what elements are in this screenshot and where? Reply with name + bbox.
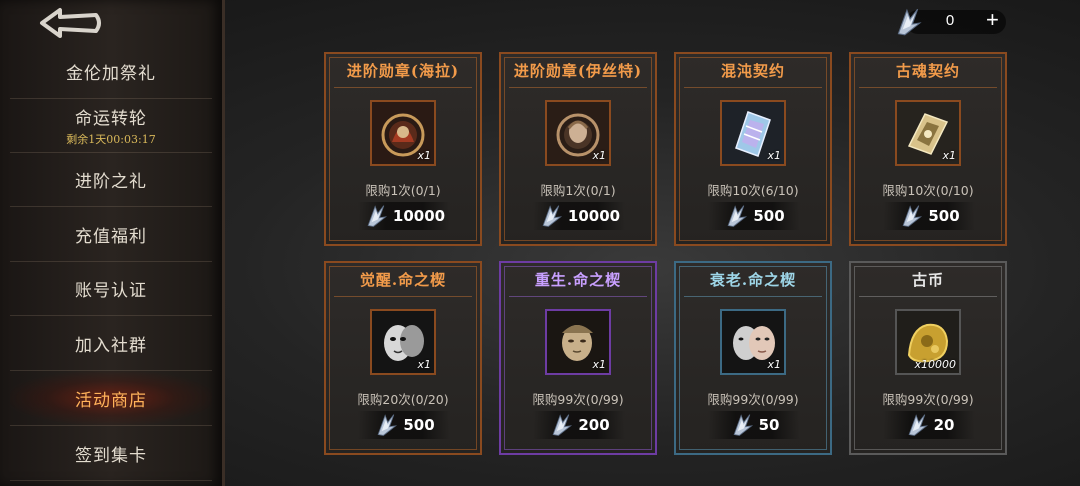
buy-button[interactable]: 500 — [358, 411, 450, 439]
purchase-limit: 限购99次(0/99) — [707, 392, 799, 407]
sidebar-item-sign-in-cards[interactable]: 签到集卡 — [10, 426, 212, 481]
shard-currency-icon — [892, 6, 924, 38]
price-value: 20 — [933, 416, 955, 434]
shop-card[interactable]: 古魂契约 x1 限购10次(0/10) 500 — [849, 52, 1007, 246]
price-value: 50 — [758, 416, 780, 434]
shard-currency-icon — [904, 412, 930, 438]
purchase-limit: 限购99次(0/99) — [532, 392, 624, 407]
buy-button[interactable]: 20 — [883, 411, 975, 439]
sidebar-item-label: 账号认证 — [75, 280, 147, 301]
purchase-limit: 限购99次(0/99) — [882, 392, 974, 407]
sidebar-item-label: 命运转轮 — [75, 108, 147, 129]
sidebar-item-join-community[interactable]: 加入社群 — [10, 316, 212, 371]
item-slot[interactable]: x1 — [545, 100, 611, 166]
countdown-timer: 剩余1天00:03:17 — [66, 132, 156, 146]
buy-button[interactable]: 200 — [533, 411, 625, 439]
sidebar: 金伦加祭礼 命运转轮 剩余1天00:03:17 进阶之礼 充值福利 账号认证 加… — [0, 0, 225, 486]
buy-button[interactable]: 10000 — [358, 202, 450, 230]
item-quantity: x1 — [417, 358, 431, 371]
item-title: 觉醒.命之楔 — [359, 271, 447, 289]
shard-currency-icon — [898, 203, 924, 229]
price-value: 500 — [753, 207, 785, 225]
price-value: 200 — [578, 416, 610, 434]
price-value: 500 — [403, 416, 435, 434]
buy-button[interactable]: 500 — [883, 202, 975, 230]
item-slot[interactable]: x1 — [895, 100, 961, 166]
price-value: 10000 — [392, 207, 446, 225]
item-slot[interactable]: x1 — [720, 100, 786, 166]
purchase-limit: 限购20次(0/20) — [357, 392, 449, 407]
shop-card[interactable]: 进阶勋章(伊丝特) x1 限购1次(0/1) 10000 — [499, 52, 657, 246]
item-slot[interactable]: x10000 — [895, 309, 961, 375]
shop-card[interactable]: 进阶勋章(海拉) x1 限购1次(0/1) 10000 — [324, 52, 482, 246]
back-button[interactable] — [36, 6, 106, 40]
sidebar-item-label: 充值福利 — [75, 226, 147, 247]
item-title: 重生.命之楔 — [534, 271, 622, 289]
buy-button[interactable]: 50 — [708, 411, 800, 439]
sidebar-item-label: 签到集卡 — [75, 445, 147, 466]
shard-currency-icon — [723, 203, 749, 229]
item-slot[interactable]: x1 — [370, 100, 436, 166]
item-title: 衰老.命之楔 — [709, 271, 797, 289]
sidebar-item-account-verification[interactable]: 账号认证 — [10, 261, 212, 316]
shop-card[interactable]: 古币 x10000 限购99次(0/99) 20 — [849, 261, 1007, 455]
item-title: 混沌契约 — [720, 62, 785, 80]
sidebar-item-label: 金伦加祭礼 — [66, 63, 156, 84]
item-title: 进阶勋章(海拉) — [346, 62, 460, 80]
item-title: 进阶勋章(伊丝特) — [513, 62, 643, 80]
shop-card[interactable]: 衰老.命之楔 x1 限购99次(0/99) 50 — [674, 261, 832, 455]
item-quantity: x1 — [767, 149, 781, 162]
sidebar-item-label: 进阶之礼 — [75, 171, 147, 192]
shard-currency-icon — [373, 412, 399, 438]
sidebar-item-jinlunjia-ritual[interactable]: 金伦加祭礼 — [10, 44, 212, 99]
sidebar-item-event-shop[interactable]: 活动商店 — [10, 371, 212, 426]
purchase-limit: 限购1次(0/1) — [540, 183, 616, 198]
item-quantity: x1 — [417, 149, 431, 162]
purchase-limit: 限购10次(6/10) — [707, 183, 799, 198]
item-slot[interactable]: x1 — [720, 309, 786, 375]
currency-amount: 0 — [945, 12, 955, 29]
purchase-limit: 限购1次(0/1) — [365, 183, 441, 198]
item-quantity: x1 — [592, 149, 606, 162]
sidebar-item-advancement-gift[interactable]: 进阶之礼 — [10, 152, 212, 207]
item-quantity: x1 — [592, 358, 606, 371]
sidebar-item-wheel-of-fate[interactable]: 命运转轮 剩余1天00:03:17 — [10, 98, 212, 153]
shard-currency-icon — [548, 412, 574, 438]
add-currency-button[interactable]: + — [986, 7, 999, 33]
sidebar-item-label: 加入社群 — [75, 335, 147, 356]
item-title: 古魂契约 — [895, 62, 960, 80]
buy-button[interactable]: 500 — [708, 202, 800, 230]
currency-display: 0 + — [892, 6, 1008, 38]
buy-button[interactable]: 10000 — [533, 202, 625, 230]
shard-currency-icon — [538, 203, 564, 229]
shop-card[interactable]: 混沌契约 x1 限购10次(6/10) 500 — [674, 52, 832, 246]
sidebar-item-label: 活动商店 — [75, 390, 147, 411]
shop-card[interactable]: 重生.命之楔 x1 限购99次(0/99) 200 — [499, 261, 657, 455]
shard-currency-icon — [729, 412, 755, 438]
purchase-limit: 限购10次(0/10) — [882, 183, 974, 198]
back-arrow-icon — [40, 8, 101, 38]
item-quantity: x10000 — [914, 358, 956, 371]
item-title: 古币 — [911, 271, 944, 289]
item-quantity: x1 — [767, 358, 781, 371]
sidebar-item-recharge-benefits[interactable]: 充值福利 — [10, 207, 212, 262]
price-value: 500 — [928, 207, 960, 225]
shop-card[interactable]: 觉醒.命之楔 x1 限购20次(0/20) 500 — [324, 261, 482, 455]
shard-currency-icon — [363, 203, 389, 229]
item-quantity: x1 — [942, 149, 956, 162]
item-slot[interactable]: x1 — [545, 309, 611, 375]
item-slot[interactable]: x1 — [370, 309, 436, 375]
price-value: 10000 — [567, 207, 621, 225]
